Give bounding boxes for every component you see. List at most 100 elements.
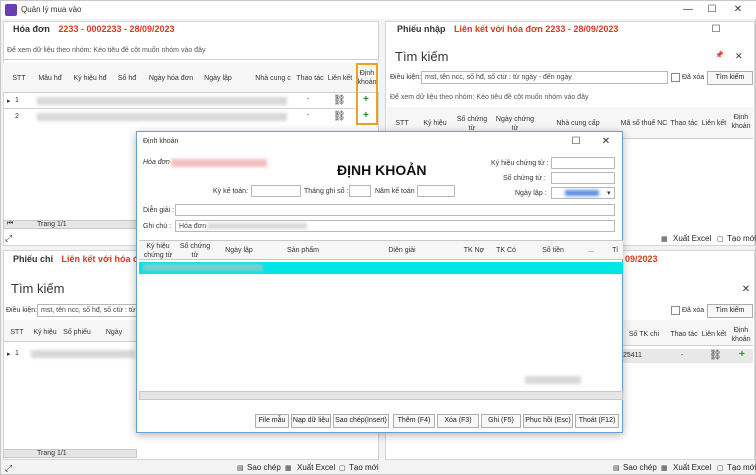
deleted-label: Đã xóa (682, 307, 705, 314)
chevron-down-icon[interactable]: ▾ (607, 189, 611, 197)
pin-icon[interactable]: 📌 (715, 51, 724, 59)
col-ti[interactable]: Tỉ (607, 246, 623, 255)
col-nha-cung-cap[interactable]: Nhà cung c (253, 74, 293, 83)
col-so-tien[interactable]: Số tiền (523, 246, 583, 255)
receipt-header-link[interactable]: Liên kết với hóa đơn 2233 - 28/09/2023 (454, 24, 618, 34)
file-mau-button[interactable]: File mẫu (255, 414, 289, 428)
row-op[interactable]: - (307, 112, 309, 119)
col-stt[interactable]: STT (391, 119, 413, 128)
col-dinh-khoan[interactable]: Định khoản (729, 113, 753, 131)
col-thao-tac[interactable]: Thao tác (669, 330, 699, 339)
thoat-button[interactable]: Thoát (F12) (575, 414, 619, 428)
row-op[interactable]: - (681, 352, 683, 359)
ky-ke-toan-input[interactable] (251, 185, 301, 197)
dien-giai-input[interactable] (175, 204, 615, 216)
add-icon[interactable]: + (363, 110, 369, 121)
h-scrollbar[interactable] (139, 391, 623, 400)
copy-button[interactable]: Sao chép (623, 463, 657, 472)
row-op[interactable]: - (307, 96, 309, 103)
search-input[interactable]: mst, tên ncc, số hđ, số ctừ : từ ngày - … (421, 71, 668, 84)
col-so-tk-chi[interactable]: Số TK chi (621, 330, 667, 339)
col-dinh-khoan[interactable]: Định khoản (729, 326, 753, 344)
col-mau-hd[interactable]: Mẫu hđ (33, 74, 67, 83)
col-tk-no[interactable]: TK Nợ (459, 246, 489, 255)
col-thao-tac[interactable]: Thao tác (669, 119, 699, 128)
add-icon[interactable]: + (363, 94, 369, 105)
maximize-icon[interactable]: ☐ (709, 23, 723, 37)
col-san-pham[interactable]: Sản phẩm (263, 246, 343, 255)
col-ky-hieu[interactable]: Ký hiệu (29, 328, 61, 337)
app-icon (5, 4, 17, 16)
col-lien-ket[interactable]: Liên kết (325, 74, 355, 83)
col-ngay-hoa-don[interactable]: Ngày hóa đơn (145, 74, 197, 83)
search-input[interactable]: mst, tên ncc, số hđ, số ctừ : từ ngày - … (37, 304, 137, 317)
copy-button[interactable]: Sao chép (247, 463, 281, 472)
xoa-button[interactable]: Xóa (F3) (437, 414, 479, 428)
nam-ke-toan-input[interactable] (417, 185, 455, 197)
col-tk-co[interactable]: TK Có (491, 246, 521, 255)
thang-ghi-so-input[interactable] (349, 185, 371, 197)
so-chung-tu-input[interactable] (551, 172, 615, 184)
col-ngay[interactable]: Ngày (97, 328, 131, 337)
copy-icon: ▤ (237, 465, 244, 472)
invoice-label: Hóa đơn (143, 159, 170, 166)
minimize-icon[interactable]: — (681, 3, 695, 17)
h-scrollbar[interactable] (3, 449, 137, 458)
link-icon[interactable]: ⛓ (333, 111, 346, 122)
col-thao-tac[interactable]: Thao tác (295, 74, 325, 83)
search-label: Điều kiện: (390, 74, 422, 81)
col-ky-hieu-chung-tu[interactable]: Ký hiệu chứng từ (141, 242, 175, 260)
expand-icon[interactable]: ⤢ (5, 463, 12, 474)
col-dien-giai[interactable]: Diễn giải (347, 246, 457, 255)
search-button[interactable]: Tìm kiếm (707, 71, 753, 85)
ghi-button[interactable]: Ghi (F5) (481, 414, 521, 428)
phuc-hoi-button[interactable]: Phục hồi (Esc) (523, 414, 573, 428)
search-label: Điều kiện: (6, 307, 38, 314)
payment-header: Phiếu chi Liên kết với hóa đơn (13, 254, 150, 264)
col-stt[interactable]: STT (9, 74, 29, 83)
expand-icon[interactable]: ⤢ (5, 233, 12, 244)
col-dinh-khoan[interactable]: Định khoản (357, 69, 377, 87)
col-so-hd[interactable]: Số hđ (113, 74, 141, 83)
col-ky-hieu[interactable]: Ký hiệu (417, 119, 453, 128)
link-icon[interactable]: ⛓ (709, 350, 722, 361)
col-stt[interactable]: STT (7, 328, 27, 337)
col-ngay-lap[interactable]: Ngày lập (217, 246, 261, 255)
them-button[interactable]: Thêm (F4) (393, 414, 435, 428)
export-excel-button[interactable]: Xuất Excel (297, 463, 335, 472)
new-button[interactable]: Tạo mới (727, 234, 756, 243)
close-icon[interactable]: ✕ (731, 3, 745, 17)
col-nha-cung-cap[interactable]: Nhà cung cấp (539, 119, 617, 128)
export-excel-button[interactable]: Xuất Excel (673, 234, 711, 243)
sao-chep-button[interactable]: Sao chép(Insert) (333, 414, 389, 428)
new-button[interactable]: Tạo mới (349, 463, 379, 472)
deleted-checkbox[interactable] (671, 306, 680, 315)
col-so-chung-tu[interactable]: Số chứng từ (177, 242, 213, 260)
close-icon[interactable]: ✕ (599, 135, 613, 149)
search-button[interactable]: Tìm kiếm (707, 304, 753, 318)
link-icon[interactable]: ⛓ (333, 95, 346, 106)
dialog-title: Định khoản (143, 138, 179, 145)
scroll-first-icon[interactable]: ⏮ (7, 220, 13, 228)
col-more[interactable]: ... (585, 246, 597, 255)
deleted-checkbox[interactable] (671, 73, 680, 82)
add-icon[interactable]: + (739, 349, 745, 360)
col-ky-hieu-hd[interactable]: Ký hiệu hđ (69, 74, 111, 83)
col-ngay-lap[interactable]: Ngày lập (199, 74, 237, 83)
new-button[interactable]: Tạo mới (727, 463, 756, 472)
excel-icon: ▦ (661, 465, 668, 472)
nap-du-lieu-button[interactable]: Nạp dữ liệu (291, 414, 331, 428)
col-so-phieu[interactable]: Số phiếu (61, 328, 93, 337)
export-excel-button[interactable]: Xuất Excel (673, 463, 711, 472)
search-title: Tìm kiếm (11, 281, 65, 296)
col-lien-ket[interactable]: Liên kết (699, 119, 729, 128)
col-lien-ket[interactable]: Liên kết (699, 330, 729, 339)
ky-hieu-input[interactable] (551, 157, 615, 169)
close-icon[interactable]: ✕ (735, 51, 743, 62)
close-icon[interactable]: ✕ (739, 283, 753, 297)
invoice-header-link[interactable]: 2233 - 0002233 - 28/09/2023 (58, 24, 174, 34)
ngay-lap-label: Ngày lập : (515, 190, 547, 197)
maximize-icon[interactable]: ☐ (569, 135, 583, 149)
maximize-icon[interactable]: ☐ (705, 3, 719, 17)
col-mst[interactable]: Mã số thuế NC (619, 119, 669, 128)
